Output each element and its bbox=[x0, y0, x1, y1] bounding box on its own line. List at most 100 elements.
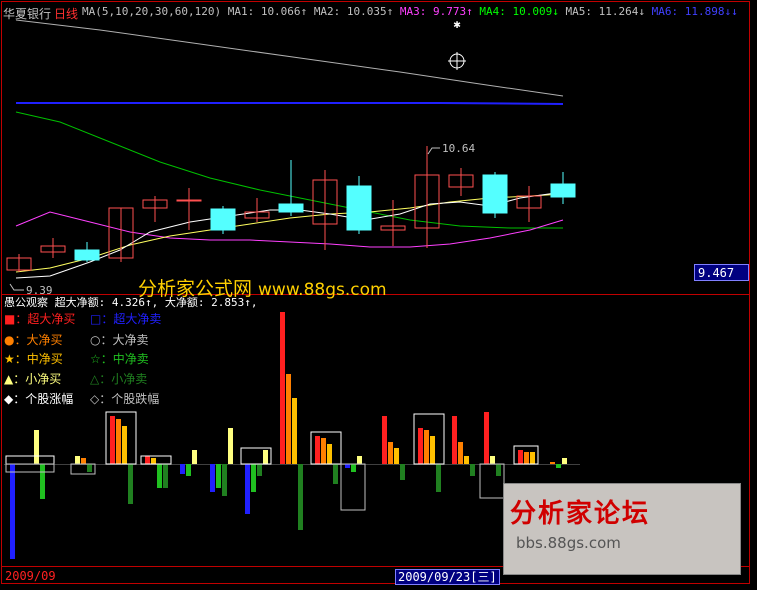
indicator-bar bbox=[394, 448, 399, 464]
indicator-bar bbox=[40, 464, 45, 499]
indicator-bar bbox=[192, 450, 197, 464]
indicator-bars-group bbox=[5, 312, 567, 559]
indicator-bar bbox=[484, 412, 489, 464]
candle-body bbox=[176, 199, 202, 202]
indicator-bar bbox=[418, 428, 423, 464]
small-buy-icon: ▲ bbox=[4, 372, 14, 386]
ma6-value: MA6: 11.898↓↓ bbox=[651, 5, 738, 18]
large-buy-label: ：大净买 bbox=[14, 333, 63, 347]
mid-buy-label: ：中净买 bbox=[14, 352, 63, 366]
mid-buy-icon: ★ bbox=[4, 352, 15, 366]
indicator-bar bbox=[452, 416, 457, 464]
indicator-bar bbox=[210, 464, 215, 492]
indicator-bar bbox=[351, 464, 356, 472]
ma-params: MA(5,10,20,30,60,120) bbox=[82, 5, 222, 18]
indicator-value-1: 超大净额: 4.326↑, bbox=[54, 296, 159, 309]
candle-body bbox=[278, 203, 304, 213]
indicator-bar bbox=[280, 312, 285, 464]
indicator-bar bbox=[436, 464, 441, 492]
indicator-bar bbox=[490, 456, 495, 464]
indicator-bar bbox=[496, 464, 501, 476]
ma5-line bbox=[15, 19, 564, 97]
indicator-bar bbox=[298, 464, 303, 530]
indicator-bar bbox=[333, 464, 338, 484]
legend-row-large-sell: ○：大净卖 bbox=[90, 333, 149, 347]
indicator-bar bbox=[464, 456, 469, 464]
indicator-bar bbox=[75, 456, 80, 464]
indicator-bar bbox=[562, 458, 567, 464]
candle-body bbox=[550, 183, 576, 198]
chart-period[interactable]: 日线 bbox=[54, 5, 78, 22]
indicator-bar bbox=[524, 452, 529, 464]
ma3-line bbox=[15, 211, 564, 248]
ma4-value: MA4: 10.009↓ bbox=[479, 5, 559, 18]
super-buy-label: ：超大净买 bbox=[15, 312, 76, 326]
indicator-bar bbox=[382, 416, 387, 464]
candle-body bbox=[482, 174, 508, 214]
indicator-title-row: 愚公观察 超大净额: 4.326↑, 大净额: 2.853↑, bbox=[4, 297, 257, 309]
indicator-bar bbox=[530, 452, 535, 464]
small-sell-label: ：小净卖 bbox=[99, 372, 148, 386]
indicator-bar bbox=[216, 464, 221, 488]
left-date-label: 2009/09 bbox=[5, 569, 56, 583]
indicator-bar bbox=[424, 430, 429, 464]
indicator-bar bbox=[286, 374, 291, 464]
small-buy-label: ：小净买 bbox=[13, 372, 62, 386]
indicator-bar bbox=[87, 464, 92, 472]
candle-body bbox=[74, 249, 100, 261]
indicator-bar bbox=[357, 456, 362, 464]
large-buy-icon: ● bbox=[4, 333, 15, 347]
legend-row-super-sell: □：超大净卖 bbox=[90, 312, 161, 326]
indicator-bar bbox=[251, 464, 256, 492]
indicator-bar bbox=[257, 464, 262, 476]
indicator-bar bbox=[550, 462, 555, 464]
stock-fall-label: ：个股跌幅 bbox=[99, 392, 160, 406]
indicator-bar bbox=[180, 464, 185, 474]
indicator-bar bbox=[157, 464, 162, 488]
indicator-bar bbox=[151, 458, 156, 464]
legend-row-small-sell: △：小净卖 bbox=[90, 372, 147, 386]
ma3-value: MA3: 9.773↑ bbox=[399, 5, 473, 18]
indicator-bar bbox=[116, 419, 121, 464]
stock-fall-icon: ◇ bbox=[90, 392, 100, 406]
asterisk-marker: ✱ bbox=[453, 17, 460, 31]
forum-title: 分析家论坛 bbox=[510, 499, 651, 529]
stock-rise-label: ：个股涨幅 bbox=[13, 392, 74, 406]
indicator-bar bbox=[222, 464, 227, 496]
indicator-bar bbox=[81, 458, 86, 464]
indicator-bar bbox=[122, 426, 127, 464]
high-marker bbox=[427, 147, 440, 155]
indicator-bar bbox=[263, 450, 268, 464]
indicator-bar bbox=[315, 436, 320, 464]
indicator-bar bbox=[321, 438, 326, 464]
legend-row-mid: ★：中净买 bbox=[4, 352, 63, 366]
indicator-bar bbox=[163, 464, 168, 488]
legend-row-large: ●：大净买 bbox=[4, 333, 63, 347]
indicator-bar bbox=[470, 464, 475, 476]
watermark-url: www.88gs.com bbox=[258, 280, 387, 300]
indicator-bar bbox=[518, 450, 523, 464]
indicator-bar bbox=[110, 416, 115, 464]
indicator-bar bbox=[292, 398, 297, 464]
forum-url[interactable]: bbs.88gs.com bbox=[516, 534, 621, 552]
rise-box bbox=[5, 455, 55, 465]
indicator-title[interactable]: 愚公观察 bbox=[4, 296, 48, 309]
super-sell-label: ：超大净卖 bbox=[101, 312, 162, 326]
mid-sell-icon: ☆ bbox=[90, 352, 101, 366]
move-cursor-icon bbox=[448, 52, 466, 70]
super-buy-icon: ■ bbox=[4, 312, 16, 326]
indicator-bar bbox=[556, 464, 561, 468]
ma-legend-row: MA(5,10,20,30,60,120) MA1: 10.066↑ MA2: … bbox=[82, 6, 738, 18]
legend-row-fall: ◇：个股跌幅 bbox=[90, 392, 159, 406]
indicator-bar bbox=[345, 464, 350, 468]
indicator-bar bbox=[400, 464, 405, 480]
low-marker bbox=[9, 283, 24, 291]
ma2-value: MA2: 10.035↑ bbox=[313, 5, 394, 18]
indicator-bar bbox=[458, 442, 463, 464]
legend-row-mid-sell: ☆：中净卖 bbox=[90, 352, 149, 366]
large-sell-label: ：大净卖 bbox=[100, 333, 149, 347]
candles-group bbox=[6, 146, 576, 272]
stock-name[interactable]: 华夏银行 bbox=[3, 5, 51, 22]
indicator-bar bbox=[245, 464, 250, 514]
candle-body bbox=[346, 185, 372, 231]
